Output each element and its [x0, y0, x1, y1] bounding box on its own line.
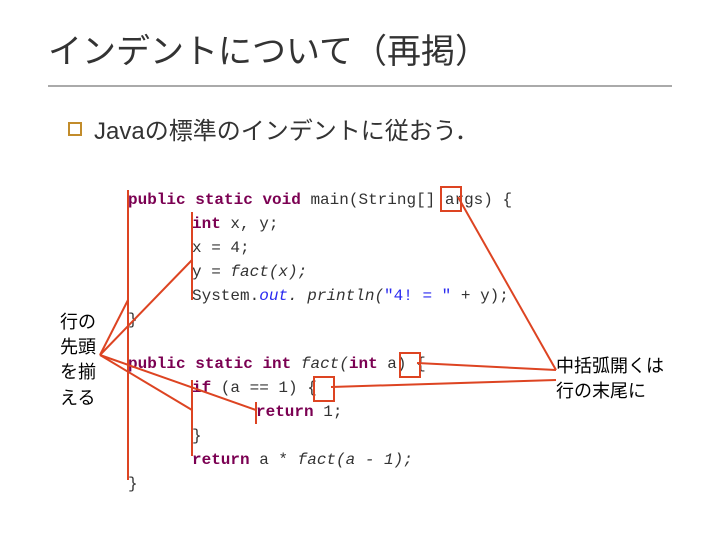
brace-close-fact: }	[128, 472, 512, 496]
note-brace-eol: 中括弧開くは 行の末尾に	[556, 354, 664, 404]
kw-int-2: int	[262, 355, 291, 373]
note-align-heads: 行の 先頭 を揃 える	[60, 310, 96, 411]
cond: (a == 1)	[211, 379, 307, 397]
kw-void: void	[262, 191, 300, 209]
brace-box-1	[440, 186, 462, 212]
slide-title: インデントについて（再掲）	[48, 24, 672, 87]
y-assign: y =	[192, 263, 230, 281]
println: . println(	[288, 287, 384, 305]
system: System.	[192, 287, 259, 305]
bullet-text: Javaの標準のインデントに従おう．	[94, 111, 479, 146]
kw-public: public	[128, 191, 186, 209]
fact-sig: fact(	[301, 355, 349, 373]
kw-return-2: return	[192, 451, 250, 469]
x-assign: x = 4;	[128, 236, 512, 260]
brace-close-if: }	[128, 424, 512, 448]
kw-return-1: return	[256, 403, 314, 421]
brace-open-main: {	[503, 191, 513, 209]
nl1: 行の	[60, 310, 96, 335]
code-block: public static void main(String[] args) {…	[128, 188, 512, 496]
str-lit: "4! = "	[384, 287, 451, 305]
nl3: を揃	[60, 360, 96, 385]
out-field: out	[259, 287, 288, 305]
bullet-row: Javaの標準のインデントに従おう．	[68, 111, 672, 146]
main-sig: main(String[] args)	[310, 191, 492, 209]
kw-public-2: public	[128, 355, 186, 373]
nr1: 中括弧開くは	[556, 354, 664, 379]
ret-mul1: a *	[250, 451, 298, 469]
fact-call-x: fact(x);	[230, 263, 307, 281]
kw-int: int	[192, 215, 221, 233]
fact-call-rec: fact(a - 1);	[298, 451, 413, 469]
brace-close-main: }	[128, 308, 512, 332]
brace-box-3	[313, 376, 335, 402]
kw-static: static	[195, 191, 253, 209]
kw-static-2: static	[195, 355, 253, 373]
nl2: 先頭	[60, 335, 96, 360]
nr2: 行の末尾に	[556, 379, 664, 404]
ret1: 1;	[314, 403, 343, 421]
plus-y: + y);	[451, 287, 509, 305]
int-xy: x, y;	[230, 215, 278, 233]
kw-if: if	[192, 379, 211, 397]
brace-box-2	[399, 352, 421, 378]
bullet-square-icon	[68, 122, 82, 136]
nl4: える	[60, 386, 96, 411]
kw-int-3: int	[349, 355, 378, 373]
